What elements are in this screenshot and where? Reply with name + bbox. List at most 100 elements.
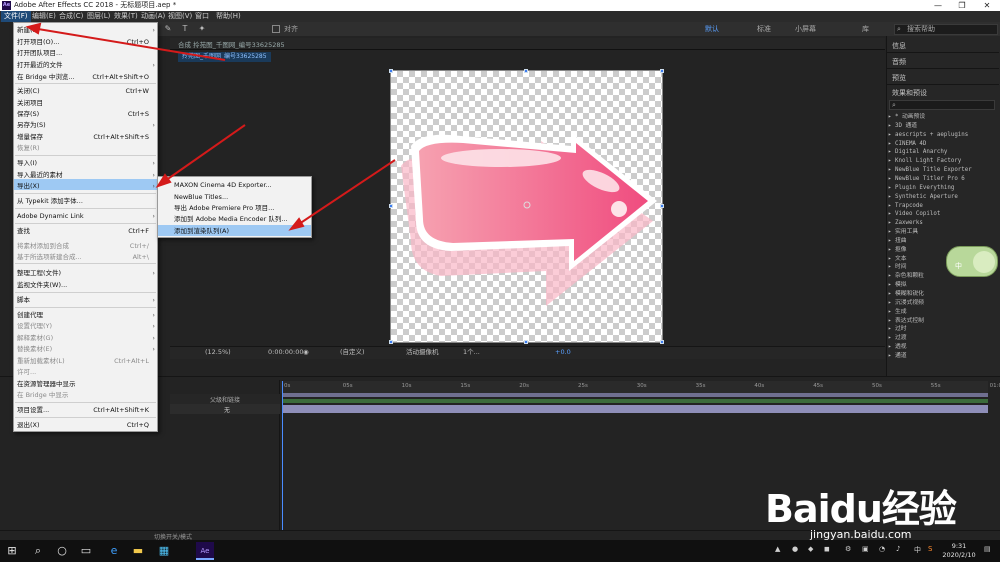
transform-handle[interactable]: [389, 69, 393, 73]
transform-handle[interactable]: [660, 69, 664, 73]
file-menu-item[interactable]: 保存(S) Ctrl+S: [17, 109, 155, 119]
transform-handle[interactable]: [389, 204, 393, 208]
pen-tool-icon[interactable]: ✎: [163, 24, 173, 34]
layer-duration-bar[interactable]: [282, 405, 988, 413]
file-menu-item[interactable]: 导入最近的素材 ›: [17, 170, 155, 180]
tray-icon[interactable]: ⚙: [845, 545, 851, 553]
floating-ime-widget[interactable]: 中: [946, 246, 998, 277]
file-menu-item[interactable]: 监视文件夹(W)...: [17, 280, 155, 290]
effect-category[interactable]: ▸ Synthetic Aperture: [888, 193, 998, 202]
export-menu-item[interactable]: 导出 Adobe Premiere Pro 项目...: [174, 203, 274, 213]
file-menu-item[interactable]: 打开团队项目...: [17, 48, 155, 58]
file-menu-item[interactable]: 另存为(S) ›: [17, 120, 155, 130]
effect-category[interactable]: ▸ aescripts + aeplugins: [888, 131, 998, 140]
transform-handle[interactable]: [660, 340, 664, 344]
tray-icon[interactable]: ◼: [824, 545, 830, 553]
snapshot-icon[interactable]: ◉: [303, 348, 309, 357]
effect-category[interactable]: ▸ Plugin Everything: [888, 184, 998, 193]
cortana-icon[interactable]: ○: [54, 543, 70, 559]
export-menu-item[interactable]: MAXON Cinema 4D Exporter...: [174, 180, 272, 190]
effect-category[interactable]: ▸ NewBlue Titler Pro 6: [888, 175, 998, 184]
zoom-dropdown[interactable]: (12.5%): [205, 348, 231, 357]
file-menu-item[interactable]: 关闭(C) Ctrl+W: [17, 86, 155, 96]
file-menu-item[interactable]: 打开最近的文件 ›: [17, 60, 155, 70]
workspace-small-screen[interactable]: 小屏幕: [795, 24, 816, 34]
snap-checkbox[interactable]: [272, 25, 280, 33]
effect-category[interactable]: ▸ 模拟: [888, 281, 998, 290]
effect-category[interactable]: ▸ * 动画预设: [888, 113, 998, 122]
file-menu-item[interactable]: 在资源管理器中显示: [17, 379, 155, 389]
export-menu-item[interactable]: 添加到渲染队列(A): [174, 226, 229, 236]
close-button[interactable]: ✕: [975, 0, 999, 11]
file-menu-item[interactable]: 项目设置... Ctrl+Alt+Shift+K: [17, 405, 155, 415]
menu-file[interactable]: 文件(F): [1, 11, 31, 22]
edge-browser-icon[interactable]: e: [106, 543, 122, 559]
workspace-library[interactable]: 库: [862, 24, 869, 34]
effect-category[interactable]: ▸ 实用工具: [888, 228, 998, 237]
menu-animation[interactable]: 动画(A): [138, 11, 168, 22]
search-icon[interactable]: ⌕: [30, 543, 46, 559]
effect-category[interactable]: ▸ 过时: [888, 325, 998, 334]
layer-parent-value[interactable]: 无: [224, 405, 230, 414]
file-menu-item[interactable]: 整理工程(文件) ›: [17, 268, 155, 278]
composition-breadcrumb[interactable]: 拎苑图_千图网_编号33625285: [178, 52, 271, 62]
current-time-indicator[interactable]: [282, 381, 283, 541]
tray-icon[interactable]: ●: [792, 545, 798, 553]
menu-effect[interactable]: 效果(T): [111, 11, 141, 22]
panel-preview[interactable]: 预览: [892, 73, 906, 83]
transform-handle[interactable]: [524, 340, 528, 344]
effect-category[interactable]: ▸ 3D 通道: [888, 122, 998, 131]
menu-window[interactable]: 窗口: [192, 11, 212, 22]
layer-row[interactable]: 无: [170, 404, 280, 414]
notification-app-icon[interactable]: S: [928, 545, 932, 553]
file-menu-item[interactable]: 打开项目(O)... Ctrl+O: [17, 37, 155, 47]
views-dropdown[interactable]: 1个...: [463, 348, 480, 357]
file-menu-item[interactable]: 导入(I) ›: [17, 158, 155, 168]
file-menu-item[interactable]: 新建(N) ›: [17, 25, 155, 35]
file-menu-item[interactable]: 退出(X) Ctrl+Q: [17, 420, 155, 430]
camera-dropdown[interactable]: 活动摄像机: [406, 348, 439, 357]
effect-category[interactable]: ▸ 通道: [888, 352, 998, 361]
panel-effects-presets[interactable]: 效果和预设: [892, 88, 927, 98]
transform-handle[interactable]: [389, 340, 393, 344]
tray-icon[interactable]: ▲: [775, 545, 780, 553]
resolution-dropdown[interactable]: (自定义): [340, 348, 365, 357]
export-menu-item[interactable]: 添加到 Adobe Media Encoder 队列...: [174, 214, 288, 224]
composition-canvas[interactable]: [390, 70, 663, 343]
file-menu-item[interactable]: 在 Bridge 中浏览... Ctrl+Alt+Shift+O: [17, 72, 155, 82]
volume-icon[interactable]: ♪: [896, 545, 900, 553]
help-search-input[interactable]: ⌕ 搜索帮助: [894, 24, 998, 35]
menu-edit[interactable]: 编辑(E): [29, 11, 59, 22]
transform-handle[interactable]: [660, 204, 664, 208]
ime-indicator[interactable]: 中: [914, 545, 921, 555]
exposure-value[interactable]: +0.0: [555, 348, 571, 357]
effect-category[interactable]: ▸ 表达式控制: [888, 317, 998, 326]
work-area-bar[interactable]: [282, 393, 988, 397]
file-menu-item[interactable]: 创建代理 ›: [17, 310, 155, 320]
workspace-default[interactable]: 默认: [705, 24, 719, 34]
effect-category[interactable]: ▸ 透视: [888, 343, 998, 352]
windows-start-icon[interactable]: ⊞: [4, 543, 20, 559]
minimize-button[interactable]: —: [926, 0, 950, 11]
notification-center-icon[interactable]: ▤: [984, 545, 991, 553]
effect-category[interactable]: ▸ 扭曲: [888, 237, 998, 246]
effect-category[interactable]: ▸ 模糊和锐化: [888, 290, 998, 299]
file-explorer-icon[interactable]: ▬: [130, 543, 146, 559]
tray-icon[interactable]: ◆: [808, 545, 813, 553]
file-menu-item[interactable]: 导出(X) ›: [17, 181, 155, 191]
effect-category[interactable]: ▸ NewBlue Title Exporter: [888, 166, 998, 175]
menu-view[interactable]: 视图(V): [165, 11, 195, 22]
panel-info[interactable]: 信息: [892, 41, 906, 51]
transform-handle[interactable]: [524, 69, 528, 73]
network-icon[interactable]: ◔: [879, 545, 885, 553]
file-menu-item[interactable]: 查找 Ctrl+F: [17, 226, 155, 236]
text-tool-icon[interactable]: T: [180, 24, 190, 34]
store-icon[interactable]: ▦: [156, 543, 172, 559]
file-menu-item[interactable]: 关闭项目: [17, 98, 155, 108]
file-menu-item[interactable]: Adobe Dynamic Link ›: [17, 211, 155, 221]
effect-category[interactable]: ▸ 过渡: [888, 334, 998, 343]
effect-category[interactable]: ▸ CINEMA 4D: [888, 140, 998, 149]
menu-layer[interactable]: 图层(L): [84, 11, 113, 22]
system-clock[interactable]: 9:31 2020/2/10: [942, 542, 976, 560]
puppet-tool-icon[interactable]: ✦: [197, 24, 207, 34]
